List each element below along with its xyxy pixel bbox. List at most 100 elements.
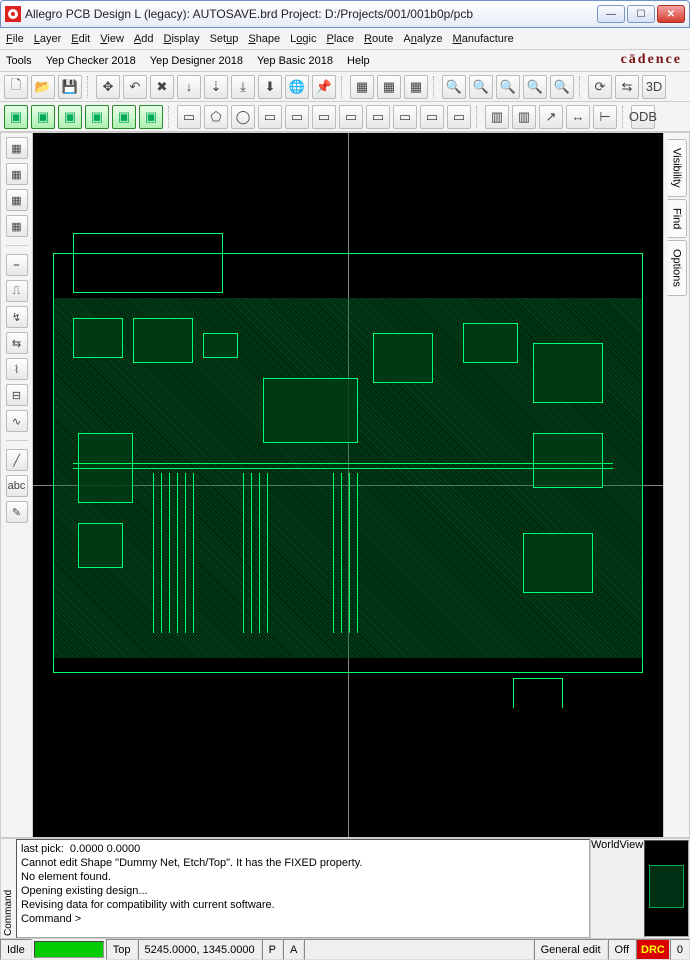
edit6-button[interactable]: ▭ [420,105,444,129]
edit7-button[interactable]: ▭ [447,105,471,129]
zoom-in-button[interactable]: 🔍 [469,75,493,99]
select-button[interactable]: ▭ [258,105,282,129]
menu-edit[interactable]: Edit [71,33,90,45]
status-p[interactable]: P [262,939,283,960]
tab-visibility[interactable]: Visibility [667,139,687,197]
zoom-fit-button[interactable]: 🔍 [442,75,466,99]
menu-yep-designer[interactable]: Yep Designer 2018 [150,55,243,67]
tool-2[interactable]: ▦ [6,163,28,185]
menu-view[interactable]: View [100,33,124,45]
menu-place[interactable]: Place [326,33,354,45]
3d-button[interactable]: 3D [642,75,666,99]
swap-button[interactable]: ⇆ [615,75,639,99]
edit4-button[interactable]: ▭ [366,105,390,129]
connector [513,678,563,708]
pin-button[interactable]: 📌 [312,75,336,99]
zoom-sel-button[interactable]: 🔍 [523,75,547,99]
trace [73,468,613,469]
dim-button[interactable]: ↔ [566,105,590,129]
shape-fill5-button[interactable]: ▣ [112,105,136,129]
tool-11[interactable]: ∿ [6,410,28,432]
arrow-button[interactable]: ↗ [539,105,563,129]
tool-8[interactable]: ⇆ [6,332,28,354]
menu-file[interactable]: File [6,33,24,45]
grid1-button[interactable]: ▦ [350,75,374,99]
menu-route[interactable]: Route [364,33,393,45]
tool-6[interactable]: ⎍ [6,280,28,302]
close-button[interactable]: ✕ [657,5,685,23]
zoom-out-button[interactable]: 🔍 [496,75,520,99]
status-mode[interactable]: General edit [534,939,608,960]
open-button[interactable]: 📂 [31,75,55,99]
tool-4[interactable]: ▦ [6,215,28,237]
down-button[interactable]: ↓ [177,75,201,99]
worldview-label: WorldView [591,839,643,938]
status-off[interactable]: Off [608,939,636,960]
separator [433,76,437,98]
menu-shape[interactable]: Shape [248,33,280,45]
undo-button[interactable]: ↶ [123,75,147,99]
tool-5[interactable]: ⎯ [6,254,28,276]
move-button[interactable]: ✥ [96,75,120,99]
tool-edit-text[interactable]: ✎ [6,501,28,523]
tool-10[interactable]: ⊟ [6,384,28,406]
sel2-button[interactable]: ▥ [512,105,536,129]
shape-fill1-button[interactable]: ▣ [4,105,28,129]
maximize-button[interactable]: ☐ [627,5,655,23]
menu-analyze[interactable]: Analyze [403,33,442,45]
open-icon: 📂 [35,79,51,95]
worldview-canvas[interactable] [644,840,689,937]
new-button[interactable]: 🗋 [4,75,28,99]
edit3-button[interactable]: ▭ [339,105,363,129]
edit5-button[interactable]: ▭ [393,105,417,129]
down3-button[interactable]: ⤓ [231,75,255,99]
menu-layer[interactable]: Layer [34,33,62,45]
tab-options[interactable]: Options [667,240,687,296]
menu-add[interactable]: Add [134,33,154,45]
menu-tools[interactable]: Tools [6,55,32,67]
tab-find[interactable]: Find [667,199,687,238]
status-drc[interactable]: DRC [636,939,670,960]
tool-3[interactable]: ▦ [6,189,28,211]
shape-fill4-button[interactable]: ▣ [85,105,109,129]
rect-button[interactable]: ▭ [177,105,201,129]
grid3-button[interactable]: ▦ [404,75,428,99]
grid2-button[interactable]: ▦ [377,75,401,99]
tool-abc[interactable]: abc [6,475,28,497]
menu-bar: File Layer Edit View Add Display Setup S… [0,28,690,50]
menu-setup[interactable]: Setup [210,33,239,45]
status-layer[interactable]: Top [106,939,138,960]
save-button[interactable]: 💾 [58,75,82,99]
odb-button[interactable]: ODB [631,105,655,129]
tool-7[interactable]: ↯ [6,306,28,328]
status-a[interactable]: A [283,939,304,960]
console-output[interactable] [16,839,590,938]
pcb-canvas[interactable] [33,133,663,837]
dim2-button[interactable]: ⊢ [593,105,617,129]
menu-help[interactable]: Help [347,55,370,67]
poly-button[interactable]: ⬠ [204,105,228,129]
edit-button[interactable]: ▭ [285,105,309,129]
menu-yep-checker[interactable]: Yep Checker 2018 [46,55,136,67]
zoom-prev-button[interactable]: 🔍 [550,75,574,99]
circle-button[interactable]: ◯ [231,105,255,129]
shape-fill2-button[interactable]: ▣ [31,105,55,129]
down4-button[interactable]: ⬇ [258,75,282,99]
tool-line[interactable]: ╱ [6,449,28,471]
tool-9[interactable]: ⌇ [6,358,28,380]
menu-yep-basic[interactable]: Yep Basic 2018 [257,55,333,67]
down2-button[interactable]: ⇣ [204,75,228,99]
menu-manufacture[interactable]: Manufacture [453,33,514,45]
sel1-button[interactable]: ▥ [485,105,509,129]
shape-fill6-button[interactable]: ▣ [139,105,163,129]
minimize-button[interactable]: — [597,5,625,23]
tool-1[interactable]: ▦ [6,137,28,159]
menu-logic[interactable]: Logic [290,33,316,45]
globe-button[interactable]: 🌐 [285,75,309,99]
shape-fill3-button[interactable]: ▣ [58,105,82,129]
refresh-button[interactable]: ⟳ [588,75,612,99]
status-progress [34,941,104,958]
edit2-button[interactable]: ▭ [312,105,336,129]
cancel-button[interactable]: ✖ [150,75,174,99]
menu-display[interactable]: Display [164,33,200,45]
